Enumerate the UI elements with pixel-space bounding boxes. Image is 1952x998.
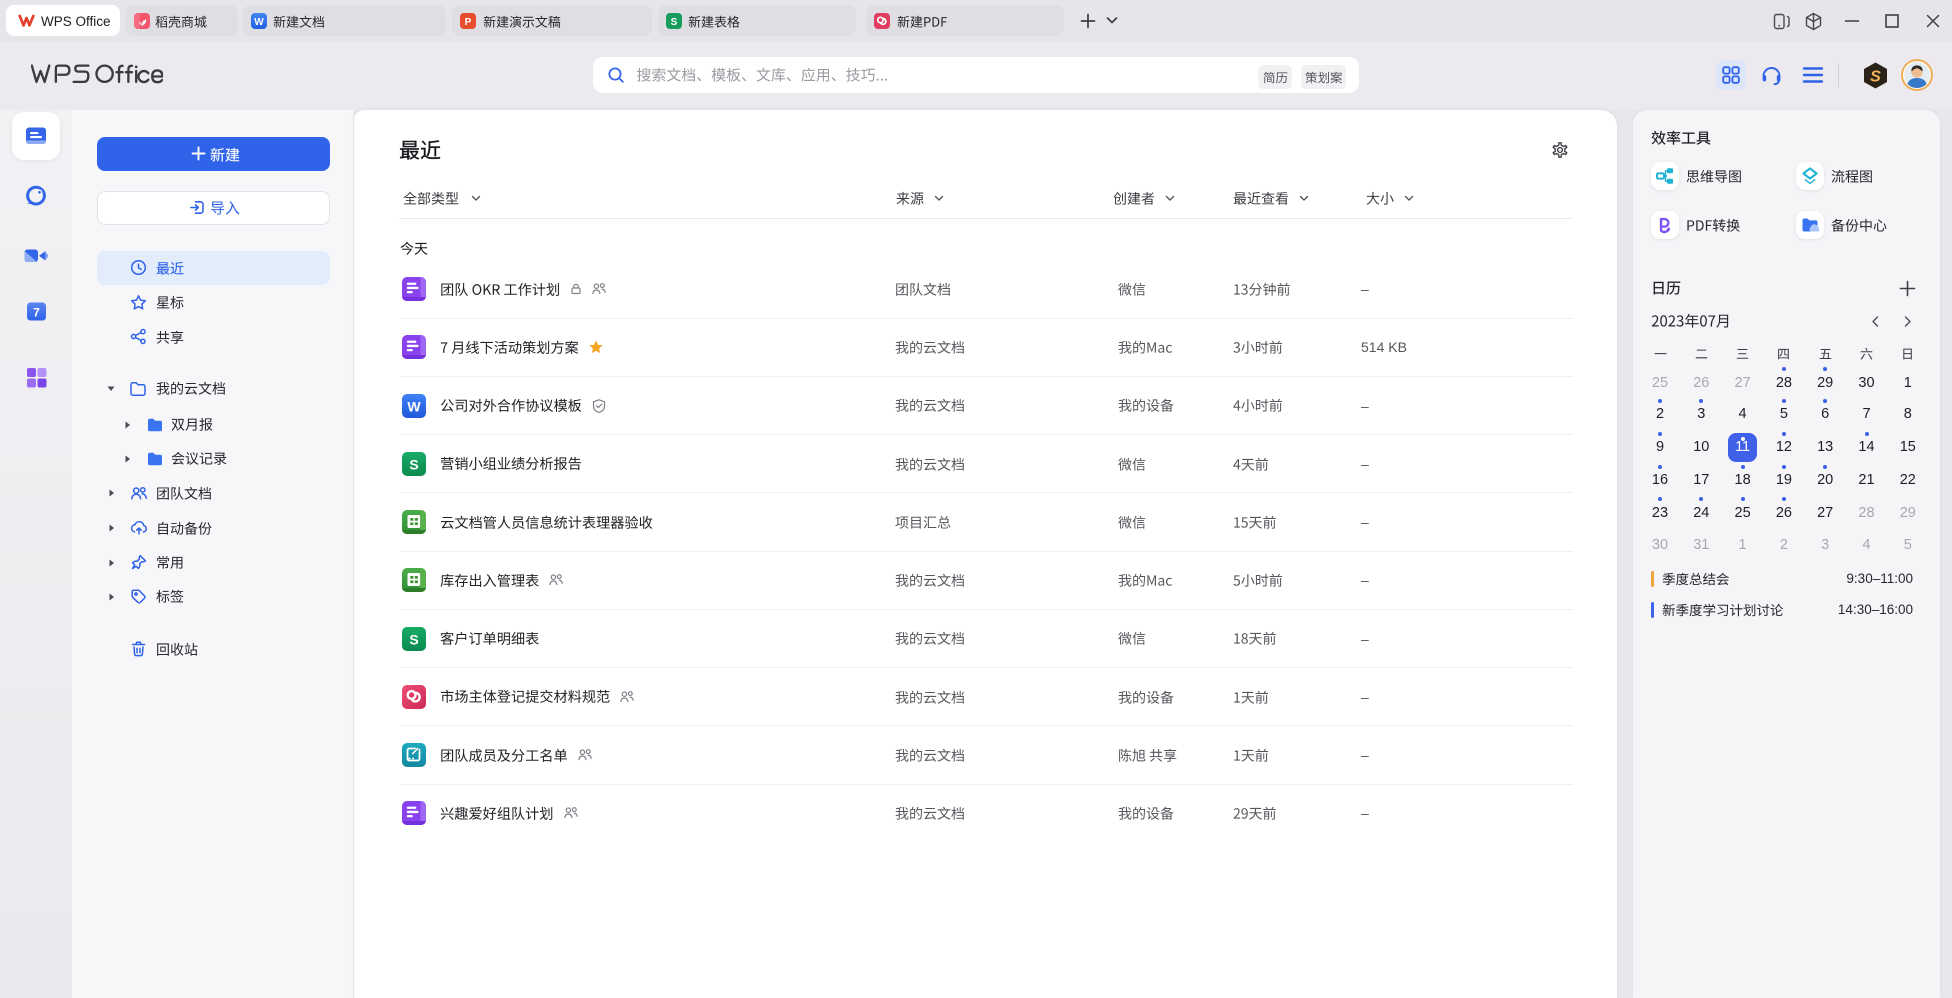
svg-text:7: 7 <box>33 306 40 320</box>
svg-text:S: S <box>1870 69 1881 86</box>
svg-text:S: S <box>671 17 678 28</box>
svg-text:S: S <box>409 631 418 647</box>
svg-text:W: W <box>254 17 264 28</box>
svg-text:W: W <box>407 398 421 414</box>
svg-text:S: S <box>409 456 418 472</box>
svg-text:P: P <box>465 17 472 28</box>
